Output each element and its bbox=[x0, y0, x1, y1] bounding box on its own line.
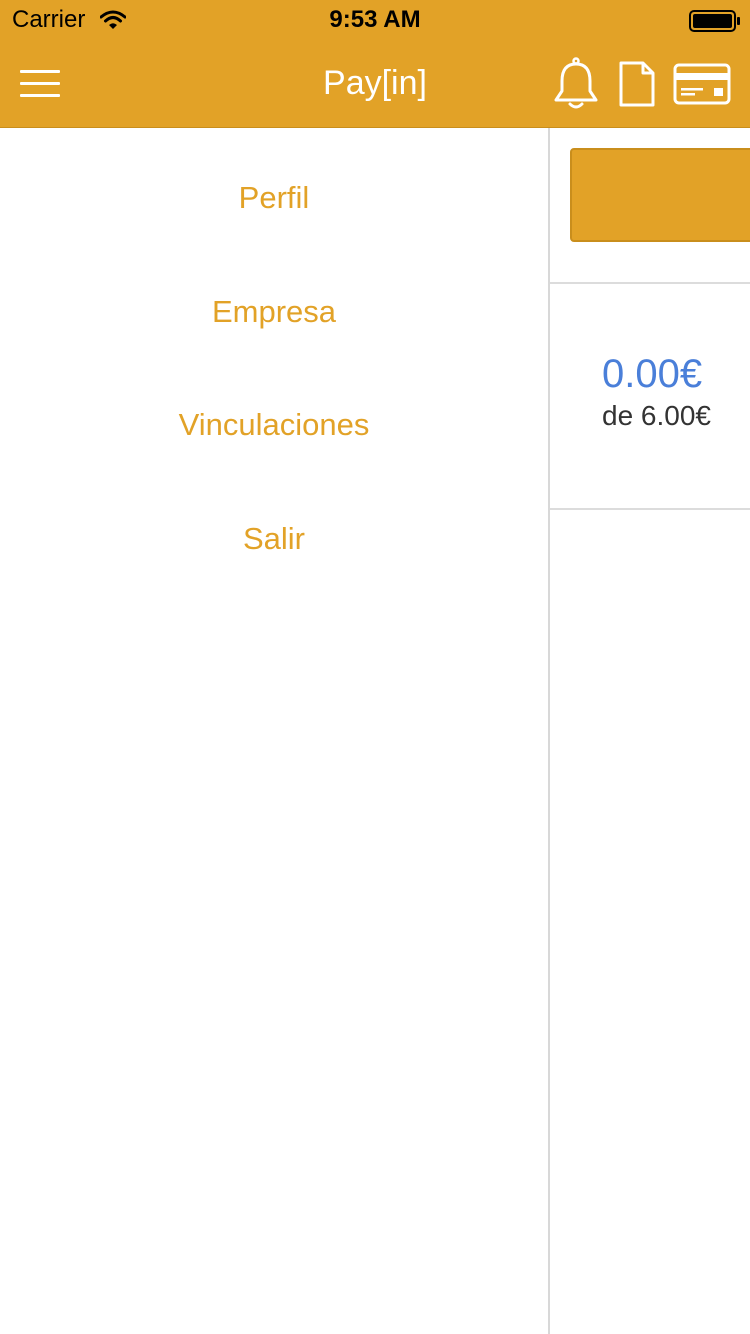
status-bar: Carrier 9:53 AM bbox=[0, 0, 750, 40]
main-content: 0.00€ de 6.00€ bbox=[550, 128, 750, 1334]
drawer-item-salir[interactable]: Salir bbox=[0, 509, 548, 569]
document-icon[interactable] bbox=[618, 60, 656, 108]
primary-action-button[interactable] bbox=[570, 148, 750, 242]
bell-icon[interactable] bbox=[553, 57, 599, 111]
drawer-item-perfil[interactable]: Perfil bbox=[0, 168, 548, 228]
side-drawer-menu: Perfil Empresa Vinculaciones Salir bbox=[0, 128, 548, 1334]
content-divider bbox=[550, 282, 750, 284]
content-divider bbox=[550, 508, 750, 510]
amount-total: de 6.00€ bbox=[602, 400, 711, 431]
credit-card-icon[interactable] bbox=[673, 63, 731, 105]
drawer-item-vinculaciones[interactable]: Vinculaciones bbox=[0, 395, 548, 455]
amount-value: 0.00€ bbox=[602, 352, 703, 396]
app-header: Carrier 9:53 AM Pay[in] bbox=[0, 0, 750, 128]
status-time: 9:53 AM bbox=[329, 6, 421, 33]
navigation-bar: Pay[in] bbox=[0, 40, 750, 128]
battery-icon bbox=[689, 10, 740, 32]
drawer-item-empresa[interactable]: Empresa bbox=[0, 282, 548, 342]
